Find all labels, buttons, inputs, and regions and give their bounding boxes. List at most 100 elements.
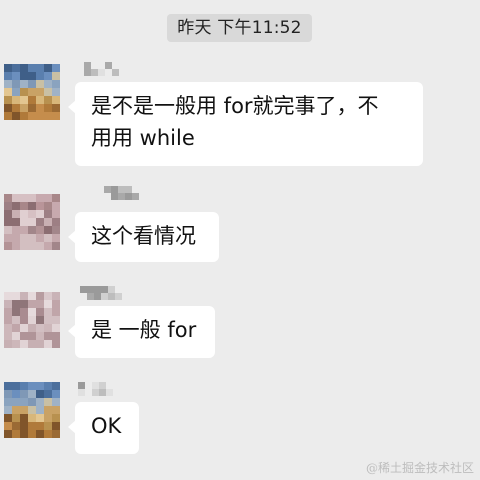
mosaic-pixel (20, 80, 28, 88)
mosaic-pixel (36, 382, 44, 390)
mosaic-pixel (12, 300, 20, 308)
mosaic-pixel (44, 80, 52, 88)
mosaic-pixel (12, 112, 20, 120)
sender-name-pixelated (78, 382, 118, 396)
mosaic-pixel (28, 292, 36, 300)
mosaic-pixel (12, 390, 20, 398)
mosaic-pixel (44, 430, 52, 438)
mosaic-pixel (4, 234, 12, 242)
mosaic-pixel (4, 430, 12, 438)
mosaic-pixel (52, 340, 60, 348)
mosaic-pixel (28, 340, 36, 348)
mosaic-pixel (20, 202, 28, 210)
mosaic-pixel (78, 389, 85, 396)
mosaic-pixel (12, 382, 20, 390)
mosaic-pixel (115, 293, 122, 300)
mosaic-pixel (44, 390, 52, 398)
mosaic-pixel (112, 69, 119, 76)
mosaic-pixel (52, 382, 60, 390)
mosaic-pixel (44, 234, 52, 242)
mosaic-pixel (52, 234, 60, 242)
mosaic-pixel (52, 88, 60, 96)
mosaic-pixel (44, 300, 52, 308)
mosaic-pixel (101, 293, 108, 300)
mosaic-pixel (94, 286, 101, 293)
mosaic-pixel (36, 406, 44, 414)
message-bubble[interactable]: 是 一般 for (68, 306, 215, 358)
message-bubble[interactable]: OK (68, 402, 139, 454)
timestamp: 昨天 下午11:52 (167, 14, 312, 42)
mosaic-pixel (12, 414, 20, 422)
mosaic-pixel (4, 382, 12, 390)
mosaic-pixel (12, 332, 20, 340)
mosaic-pixel (36, 96, 44, 104)
avatar[interactable] (4, 64, 60, 120)
mosaic-pixel (4, 324, 12, 332)
mosaic-pixel (28, 112, 36, 120)
mosaic-pixel (104, 186, 111, 193)
sender-name-pixelated (104, 186, 140, 200)
mosaic-pixel (4, 308, 12, 316)
avatar[interactable] (4, 292, 60, 348)
mosaic-pixel (4, 96, 12, 104)
mosaic-pixel (20, 390, 28, 398)
mosaic-pixel (52, 242, 60, 250)
mosaic-pixel (44, 292, 52, 300)
mosaic-pixel (36, 80, 44, 88)
mosaic-pixel (87, 293, 94, 300)
mosaic-pixel (20, 324, 28, 332)
mosaic-pixel (20, 406, 28, 414)
mosaic-pixel (28, 226, 36, 234)
mosaic-pixel (105, 62, 112, 69)
message-bubble[interactable]: 这个看情况 (68, 212, 219, 262)
mosaic-pixel (36, 218, 44, 226)
mosaic-pixel (36, 210, 44, 218)
mosaic-pixel (4, 242, 12, 250)
mosaic-pixel (20, 234, 28, 242)
mosaic-pixel (36, 242, 44, 250)
mosaic-pixel (125, 186, 132, 193)
mosaic-pixel (28, 218, 36, 226)
mosaic-pixel (20, 430, 28, 438)
mosaic-pixel (28, 96, 36, 104)
mosaic-pixel (12, 430, 20, 438)
mosaic-pixel (52, 406, 60, 414)
mosaic-pixel (91, 69, 98, 76)
mosaic-pixel (36, 430, 44, 438)
avatar[interactable] (4, 194, 60, 250)
mosaic-pixel (44, 96, 52, 104)
mosaic-pixel (52, 112, 60, 120)
mosaic-pixel (20, 292, 28, 300)
mosaic-pixel (84, 62, 91, 69)
mosaic-pixel (36, 340, 44, 348)
mosaic-pixel (98, 69, 105, 76)
mosaic-pixel (92, 382, 99, 389)
avatar[interactable] (4, 382, 60, 438)
mosaic-pixel (20, 422, 28, 430)
message-bubble[interactable]: 是不是一般用 for就完事了，不 用用 while (68, 82, 423, 166)
mosaic-pixel (12, 194, 20, 202)
mosaic-pixel (28, 202, 36, 210)
mosaic-pixel (4, 218, 12, 226)
mosaic-pixel (52, 398, 60, 406)
mosaic-pixel (36, 202, 44, 210)
mosaic-pixel (52, 226, 60, 234)
mosaic-pixel (20, 340, 28, 348)
mosaic-pixel (108, 293, 115, 300)
mosaic-pixel (20, 104, 28, 112)
mosaic-pixel (44, 194, 52, 202)
mosaic-pixel (28, 324, 36, 332)
mosaic-pixel (28, 390, 36, 398)
mosaic-pixel (44, 72, 52, 80)
mosaic-pixel (12, 80, 20, 88)
mosaic-pixel (36, 414, 44, 422)
mosaic-pixel (78, 382, 85, 389)
mosaic-pixel (36, 398, 44, 406)
mosaic-pixel (12, 406, 20, 414)
mosaic-pixel (12, 422, 20, 430)
mosaic-pixel (125, 193, 132, 200)
mosaic-pixel (28, 88, 36, 96)
mosaic-pixel (118, 193, 125, 200)
mosaic-pixel (28, 242, 36, 250)
mosaic-pixel (52, 324, 60, 332)
